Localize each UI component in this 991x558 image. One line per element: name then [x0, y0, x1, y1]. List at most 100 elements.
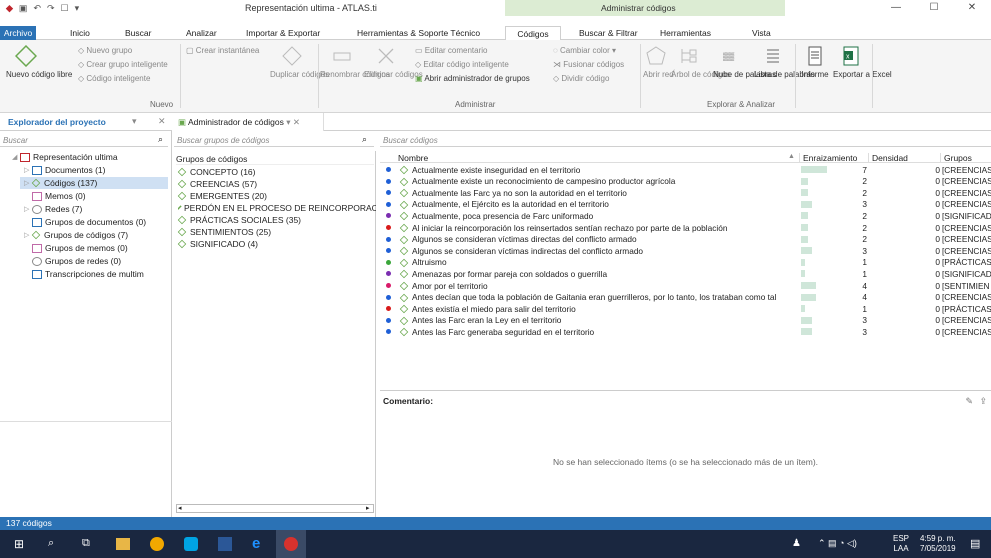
group-item[interactable]: CREENCIAS (57): [177, 178, 257, 190]
code-tree-button[interactable]: Árbol de códigos: [671, 45, 731, 79]
code-row[interactable]: Altruismo 1 0 [PRÁCTICAS: [380, 257, 991, 269]
save-icon[interactable]: ▣: [19, 3, 28, 14]
edit-comment-button[interactable]: ▭ Editar comentario: [415, 46, 487, 55]
duplicate-codes-button[interactable]: Duplicar códigos: [270, 45, 329, 79]
close-button[interactable]: ✕: [953, 0, 991, 16]
search-icon[interactable]: ⌕: [158, 134, 163, 145]
groups-horizontal-scrollbar[interactable]: [176, 504, 374, 513]
group-item[interactable]: PRÁCTICAS SOCIALES (35): [177, 214, 301, 226]
atlas-taskbar-button[interactable]: [276, 530, 306, 558]
scroll-left-icon[interactable]: ◂: [178, 504, 182, 512]
tree-project-root[interactable]: ◢ Representación ultima: [12, 151, 118, 163]
group-item[interactable]: EMERGENTES (20): [177, 190, 267, 202]
undo-icon[interactable]: ↶: [33, 3, 41, 14]
codes-search-input[interactable]: Buscar códigos: [380, 133, 991, 147]
collapse-arrow-icon[interactable]: ▷: [24, 166, 32, 174]
code-row[interactable]: Actualmente existe inseguridad en el ter…: [380, 164, 991, 176]
code-row[interactable]: Antes las Farc generaba seguridad en el …: [380, 326, 991, 338]
export-comment-icon[interactable]: ⇪: [979, 396, 987, 407]
code-row[interactable]: Amor por el territorio 4 0 [SENTIMIEN: [380, 280, 991, 292]
code-row[interactable]: Algunos se consideran víctimas indirecta…: [380, 245, 991, 257]
scroll-right-icon[interactable]: ▸: [366, 504, 370, 512]
edit-comment-icon[interactable]: ✎: [965, 396, 973, 407]
word-list-button[interactable]: Lista de palabras: [754, 45, 815, 79]
tab-vista[interactable]: Vista: [752, 26, 771, 40]
column-density[interactable]: Densidad: [868, 153, 908, 163]
tree-transcriptions[interactable]: Transcripciones de multim: [32, 268, 144, 280]
new-icon[interactable]: ☐: [61, 3, 69, 14]
redo-icon[interactable]: ↷: [47, 3, 55, 14]
tree-document-groups[interactable]: Grupos de documentos (0): [32, 216, 146, 228]
code-row[interactable]: Antes las Farc eran la Ley en el territo…: [380, 315, 991, 327]
word-cloud-button[interactable]: ▒▒ Nube de palabras: [713, 45, 776, 79]
collapse-arrow-icon[interactable]: ▷: [24, 205, 32, 213]
code-row[interactable]: Al iniciar la reincorporación los reinse…: [380, 222, 991, 234]
tree-documents[interactable]: ▷ Documentos (1): [24, 164, 105, 176]
group-item[interactable]: SENTIMIENTOS (25): [177, 226, 271, 238]
merge-codes-button[interactable]: ⋊ Fusionar códigos: [553, 60, 624, 69]
group-item[interactable]: SIGNIFICADO (4): [177, 238, 258, 250]
tab-importar-exportar[interactable]: Importar & Exportar: [246, 26, 320, 40]
open-group-manager-button[interactable]: ▣ Abrir administrador de grupos: [415, 74, 530, 83]
word-icon[interactable]: [218, 537, 232, 551]
tray-icons[interactable]: ⌃ ▤ ◔ ◁): [818, 538, 857, 549]
code-row[interactable]: Actualmente existe un reconocimiento de …: [380, 176, 991, 188]
tab-buscar[interactable]: Buscar: [125, 26, 151, 40]
customize-icon[interactable]: ▾: [75, 3, 80, 14]
group-item[interactable]: CONCEPTO (16): [177, 166, 256, 178]
explorer-close-icon[interactable]: ✕: [158, 116, 166, 127]
maximize-button[interactable]: ☐: [915, 0, 953, 16]
tab-menu-icon[interactable]: ▾: [286, 117, 290, 127]
windows-start-icon[interactable]: ⊞: [14, 537, 24, 551]
tab-buscar-filtrar[interactable]: Buscar & Filtrar: [579, 26, 638, 40]
groups-search-input[interactable]: Buscar grupos de códigos: [174, 133, 374, 147]
tab-archivo[interactable]: Archivo: [0, 26, 36, 40]
tab-codigos[interactable]: Códigos: [505, 26, 561, 41]
skype-icon[interactable]: [184, 537, 198, 551]
task-view-icon[interactable]: ⧉: [82, 537, 90, 550]
chrome-icon[interactable]: [150, 537, 164, 551]
explorer-search-input[interactable]: Buscar: [0, 133, 168, 147]
code-row[interactable]: Actualmente las Farc ya no son la autori…: [380, 187, 991, 199]
rename-codes-button[interactable]: Renombrar códigos: [320, 45, 390, 79]
report-button[interactable]: Informe: [798, 45, 832, 79]
groups-search-icon[interactable]: ⌕: [362, 134, 367, 145]
change-color-button[interactable]: ◌ Cambiar color ▾: [553, 46, 616, 55]
clock[interactable]: 4:59 p. m. 7/05/2019: [920, 534, 956, 554]
code-row[interactable]: Amenazas por formar pareja con soldados …: [380, 268, 991, 280]
new-group-button[interactable]: ◇ Nuevo grupo: [78, 46, 132, 55]
column-groups[interactable]: Grupos: [940, 153, 972, 163]
tab-herramientas-soporte[interactable]: Herramientas & Soporte Técnico: [357, 26, 480, 40]
smart-code-button[interactable]: ◇ Código inteligente: [78, 74, 150, 83]
tab-herramientas[interactable]: Herramientas: [660, 26, 711, 40]
edit-smart-code-button[interactable]: ◇ Editar código inteligente: [415, 60, 509, 69]
file-explorer-icon[interactable]: [116, 538, 130, 550]
split-code-button[interactable]: ◇ Dividir código: [553, 74, 609, 83]
group-item[interactable]: PERDÓN EN EL PROCESO DE REINCORPORACIÓN: [178, 202, 376, 214]
minimize-button[interactable]: —: [877, 0, 915, 16]
tree-memo-groups[interactable]: Grupos de memos (0): [32, 242, 128, 254]
expand-arrow-icon[interactable]: ◢: [12, 153, 20, 161]
search-icon[interactable]: ⌕: [48, 537, 54, 550]
code-row[interactable]: Antes decían que toda la población de Ga…: [380, 292, 991, 304]
code-row[interactable]: Actualmente, el Ejército es la autoridad…: [380, 199, 991, 211]
tab-close-icon[interactable]: ✕: [293, 117, 300, 127]
tree-codes[interactable]: ▷ Códigos (137): [20, 177, 168, 189]
tree-network-groups[interactable]: Grupos de redes (0): [32, 255, 121, 267]
column-name[interactable]: Nombre: [398, 153, 428, 163]
explorer-menu-icon[interactable]: ▾: [132, 116, 137, 127]
delete-codes-button[interactable]: Eliminar códigos: [364, 45, 423, 79]
sort-asc-icon[interactable]: ▲: [788, 153, 795, 160]
notifications-icon[interactable]: ▤: [970, 537, 980, 550]
language-indicator[interactable]: ESP LAA: [893, 534, 909, 554]
edge-icon[interactable]: e: [252, 535, 260, 552]
tab-inicio[interactable]: Inicio: [70, 26, 90, 40]
smart-group-button[interactable]: ◇ Crear grupo inteligente: [78, 60, 168, 69]
tree-code-groups[interactable]: ▷ Grupos de códigos (7): [24, 229, 128, 241]
tree-memos[interactable]: Memos (0): [32, 190, 86, 202]
code-row[interactable]: Algunos se consideran víctimas directas …: [380, 234, 991, 246]
snapshot-button[interactable]: ▢ Crear instantánea: [186, 46, 259, 55]
code-manager-tab[interactable]: ▣ Administrador de códigos ▾ ✕: [174, 113, 324, 131]
export-excel-button[interactable]: x Exportar a Excel: [833, 45, 892, 79]
column-grounded[interactable]: Enraizamiento: [799, 153, 857, 163]
